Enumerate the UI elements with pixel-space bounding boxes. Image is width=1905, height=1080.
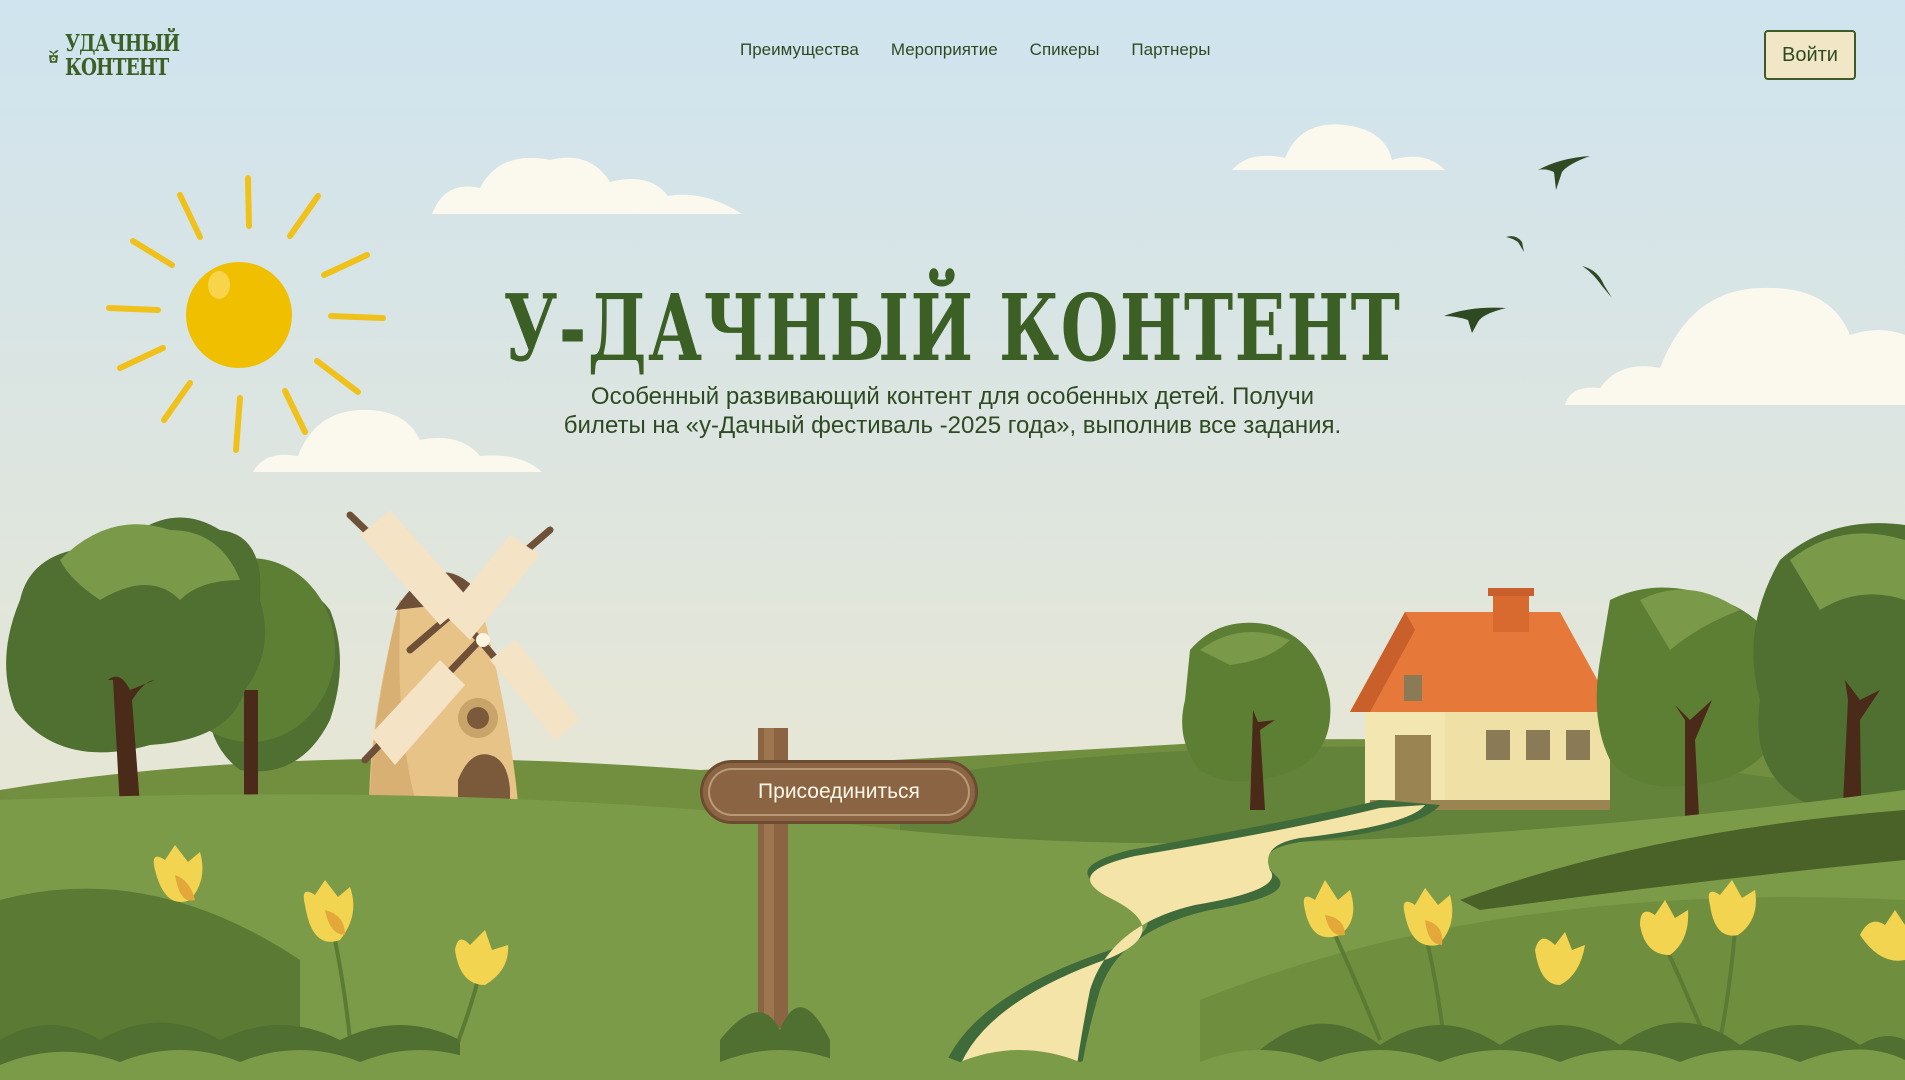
- logo[interactable]: УДАЧНЫЙ КОНТЕНТ: [48, 26, 208, 86]
- landscape-illustration: [0, 0, 1905, 1080]
- nav-link-advantages[interactable]: Преимущества: [740, 40, 859, 60]
- nav-link-event[interactable]: Мероприятие: [891, 40, 998, 60]
- join-button[interactable]: Присоединиться: [700, 760, 978, 824]
- join-button-label: Присоединиться: [758, 780, 920, 803]
- plant-pot-logo-icon: [49, 50, 59, 63]
- logo-text: УДАЧНЫЙ КОНТЕНТ: [65, 30, 180, 81]
- logo-line-1: УДАЧНЫЙ: [65, 30, 180, 57]
- nav-link-partners[interactable]: Партнеры: [1131, 40, 1210, 60]
- main-nav: Преимущества Мероприятие Спикеры Партнер…: [740, 40, 1210, 60]
- hero-title: У-ДАЧНЫЙ КОНТЕНТ: [503, 274, 1402, 382]
- login-button[interactable]: Войти: [1764, 30, 1856, 80]
- hero-subtitle: Особенный развивающий контент для особен…: [563, 383, 1342, 439]
- nav-link-speakers[interactable]: Спикеры: [1030, 40, 1100, 60]
- site-header: УДАЧНЫЙ КОНТЕНТ Преимущества Мероприятие…: [0, 0, 1905, 110]
- logo-line-2: КОНТЕНТ: [65, 54, 169, 81]
